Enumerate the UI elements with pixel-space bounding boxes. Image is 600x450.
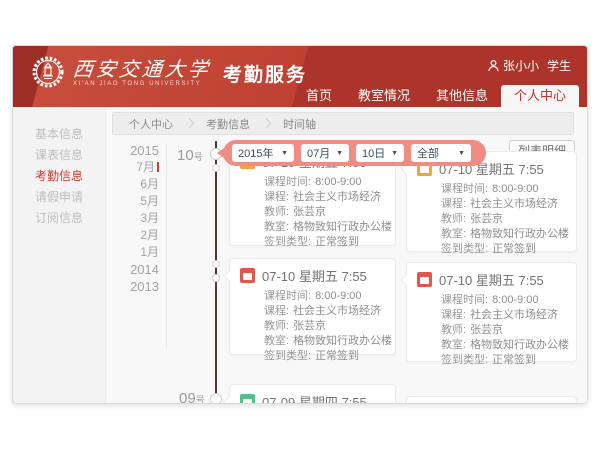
month-nav-jul[interactable]: 7月 <box>113 159 159 176</box>
chevron-down-icon: ▼ <box>391 150 398 157</box>
service-title: 考勤服务 <box>223 60 307 87</box>
day-select[interactable]: 10日▼ <box>356 144 404 162</box>
nav-item-home[interactable]: 首页 <box>293 85 345 107</box>
timeline-year-nav: 2015 7月 6月 5月 3月 2月 1月 2014 2013 <box>113 142 159 295</box>
card-date: 07-09 星期四 7:55 <box>262 392 367 404</box>
sidebar-item-schedule-info[interactable]: 课表信息 <box>13 145 105 166</box>
month-nav-may[interactable]: 5月 <box>113 193 159 210</box>
nav-item-classrooms[interactable]: 教室情况 <box>345 85 423 107</box>
user-name: 张小小 <box>503 57 539 74</box>
attendance-card: 07-10 星期五 7:55 课程时间:8:00-9:00 课程:社会主义市场经… <box>229 258 396 355</box>
month-select[interactable]: 07月▼ <box>301 144 349 162</box>
attendance-card: 07-09 星期四 7:55 <box>229 384 396 404</box>
attendance-card <box>406 396 577 404</box>
university-name-en: XI'AN JIAO TONG UNIVERSITY <box>73 81 211 87</box>
sidebar: 基本信息 课表信息 考勤信息 请假申请 订阅信息 <box>13 107 106 403</box>
year-nav-2014[interactable]: 2014 <box>113 261 159 278</box>
month-nav-feb[interactable]: 2月 <box>113 227 159 244</box>
year-select[interactable]: 2015年▼ <box>232 144 294 162</box>
day-marker-10: 10号 <box>177 147 203 164</box>
person-icon <box>488 60 499 72</box>
year-nav-2013[interactable]: 2013 <box>113 278 159 295</box>
month-nav-jun[interactable]: 6月 <box>113 176 159 193</box>
chevron-down-icon: ▼ <box>458 150 465 157</box>
attendance-card: 07-10 星期五 7:55 课程时间:8:00-9:00 课程:社会主义市场经… <box>406 262 577 362</box>
content-area: 基本信息 课表信息 考勤信息 请假申请 订阅信息 个人中心 考勤信息 时间轴 2… <box>13 107 587 403</box>
user-info[interactable]: 张小小 学生 <box>488 57 571 74</box>
card-date: 07-10 星期五 7:55 <box>439 270 544 289</box>
nav-item-personal-center[interactable]: 个人中心 <box>501 85 579 107</box>
type-select[interactable]: 全部▼ <box>411 144 471 162</box>
timeline-node <box>212 164 220 172</box>
university-name-cn: 西安交通大学 <box>72 58 212 80</box>
chevron-down-icon: ▼ <box>336 150 343 157</box>
chevron-right-icon <box>262 119 272 129</box>
year-nav-divider <box>166 144 167 349</box>
sidebar-item-leave-request[interactable]: 请假申请 <box>13 187 105 208</box>
main-nav: 首页 教室情况 其他信息 个人中心 <box>293 85 579 107</box>
sidebar-item-attendance-info[interactable]: 考勤信息 <box>13 166 105 187</box>
breadcrumb-timeline[interactable]: 时间轴 <box>283 116 316 132</box>
chevron-down-icon: ▼ <box>281 150 288 157</box>
day-marker-09: 09号 <box>179 390 205 404</box>
month-nav-mar[interactable]: 3月 <box>113 210 159 227</box>
timeline-node <box>210 393 222 404</box>
timeline-trunk <box>215 141 217 403</box>
sidebar-item-basic-info[interactable]: 基本信息 <box>13 124 105 145</box>
breadcrumb-personal-center[interactable]: 个人中心 <box>129 116 173 132</box>
university-logo: 西安交通大学 XI'AN JIAO TONG UNIVERSITY 考勤服务 <box>31 55 307 89</box>
nav-item-other-info[interactable]: 其他信息 <box>423 85 501 107</box>
calendar-icon <box>417 272 432 287</box>
user-role: 学生 <box>547 57 571 74</box>
current-period-marker <box>157 162 159 172</box>
calendar-icon <box>240 394 255 404</box>
card-date: 07-10 星期五 7:55 <box>262 266 367 285</box>
gear-emblem-icon <box>31 55 65 89</box>
breadcrumb: 个人中心 考勤信息 时间轴 <box>112 112 574 135</box>
breadcrumb-attendance-info[interactable]: 考勤信息 <box>206 116 250 132</box>
filter-bubble: 2015年▼ 07月▼ 10日▼ 全部▼ <box>223 140 486 166</box>
timeline-node <box>212 260 220 268</box>
calendar-icon <box>240 268 255 283</box>
chevron-right-icon <box>185 119 195 129</box>
app-header: 西安交通大学 XI'AN JIAO TONG UNIVERSITY 考勤服务 张… <box>13 46 587 107</box>
year-nav-2015[interactable]: 2015 <box>113 142 159 159</box>
sidebar-item-subscription-info[interactable]: 订阅信息 <box>13 208 105 229</box>
timeline-node <box>212 274 220 282</box>
app-window: 西安交通大学 XI'AN JIAO TONG UNIVERSITY 考勤服务 张… <box>12 45 588 404</box>
month-nav-jan[interactable]: 1月 <box>113 244 159 261</box>
attendance-card: 07-10 星期五 7:55 课程时间:8:00-9:00 课程:社会主义市场经… <box>406 151 577 252</box>
